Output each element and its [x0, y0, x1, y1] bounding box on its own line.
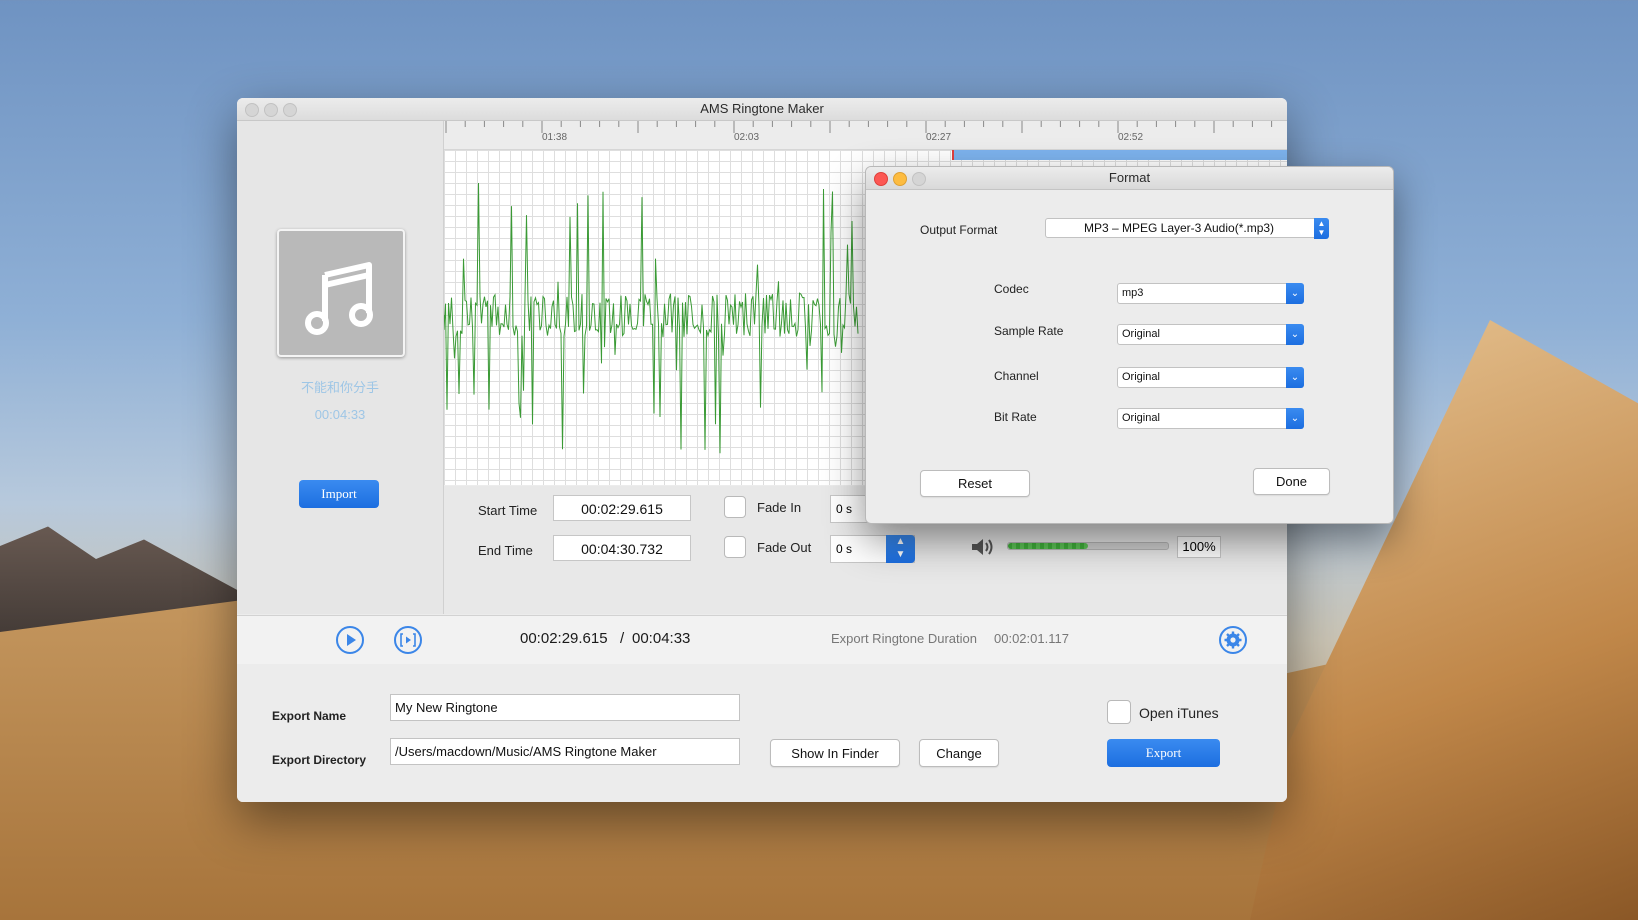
- play-selection-button[interactable]: [394, 626, 422, 654]
- ruler-label: 02:27: [926, 132, 952, 143]
- bit-rate-value: Original: [1122, 412, 1160, 424]
- codec-value: mp3: [1122, 287, 1144, 299]
- close-window-button[interactable]: [245, 103, 259, 117]
- end-time-field[interactable]: 00:04:30.732: [553, 535, 691, 561]
- close-dialog-button[interactable]: [874, 172, 888, 186]
- playback-bar: 00:02:29.615 / 00:04:33 Export Ringtone …: [237, 615, 1287, 665]
- volume-level-fill: [1008, 543, 1088, 549]
- chevron-down-icon[interactable]: ⌄: [1286, 367, 1304, 388]
- sample-rate-value: Original: [1122, 328, 1160, 340]
- current-time: 00:02:29.615: [520, 630, 608, 647]
- end-time-label: End Time: [478, 543, 533, 558]
- window-titlebar: AMS Ringtone Maker: [237, 98, 1287, 121]
- export-name-label: Export Name: [272, 709, 347, 723]
- output-format-popup[interactable]: MP3 – MPEG Layer-3 Audio(*.mp3) ▲ ▼: [1045, 218, 1329, 239]
- fade-out-stepper[interactable]: 0 s ▲ ▼: [830, 535, 915, 563]
- waveform-line: [444, 182, 859, 454]
- export-duration-value: 00:02:01.117: [994, 631, 1069, 646]
- bit-rate-popup[interactable]: Original ⌄: [1117, 408, 1304, 429]
- export-duration-label: Export Ringtone Duration: [831, 631, 977, 646]
- start-time-field[interactable]: 00:02:29.615: [553, 495, 691, 521]
- minimize-window-button[interactable]: [264, 103, 278, 117]
- export-name-field[interactable]: My New Ringtone: [390, 694, 740, 721]
- fade-in-value: 0 s: [836, 502, 853, 516]
- export-directory-field[interactable]: /Users/macdown/Music/AMS Ringtone Maker: [390, 738, 740, 765]
- open-itunes-checkbox[interactable]: [1107, 700, 1131, 724]
- zoom-dialog-button[interactable]: [912, 172, 926, 186]
- ruler-label: 01:38: [542, 132, 568, 143]
- gear-icon: [1224, 631, 1242, 649]
- fade-in-checkbox[interactable]: [724, 496, 746, 518]
- ruler-label: 02:52: [1118, 132, 1144, 143]
- ruler-label: 02:03: [734, 132, 760, 143]
- window-title: AMS Ringtone Maker: [700, 101, 824, 116]
- sample-rate-popup[interactable]: Original ⌄: [1117, 324, 1304, 345]
- export-panel: Export Name My New Ringtone Export Direc…: [237, 664, 1287, 802]
- album-art: [277, 229, 405, 357]
- fade-out-value: 0 s: [836, 542, 853, 556]
- song-info-panel: 不能和你分手 00:04:33 Import: [237, 121, 444, 614]
- show-in-finder-button[interactable]: Show In Finder: [770, 739, 900, 767]
- dialog-titlebar: Format: [866, 167, 1393, 190]
- channel-value: Original: [1122, 371, 1160, 383]
- play-button[interactable]: [336, 626, 364, 654]
- speaker-icon[interactable]: [970, 537, 994, 557]
- song-duration: 00:04:33: [314, 407, 366, 422]
- stepper-arrows-icon[interactable]: ▲▼: [886, 535, 915, 563]
- open-itunes-label: Open iTunes: [1139, 705, 1219, 721]
- minimize-dialog-button[interactable]: [893, 172, 907, 186]
- export-directory-label: Export Directory: [272, 753, 367, 767]
- codec-label: Codec: [994, 282, 1029, 296]
- done-button[interactable]: Done: [1253, 468, 1330, 495]
- output-format-value: MP3 – MPEG Layer-3 Audio(*.mp3): [1083, 221, 1275, 235]
- chevron-updown-icon[interactable]: ▲ ▼: [1314, 218, 1329, 239]
- channel-popup[interactable]: Original ⌄: [1117, 367, 1304, 388]
- export-button[interactable]: Export: [1107, 739, 1220, 767]
- music-note-icon: [305, 262, 373, 335]
- total-time: 00:04:33: [632, 630, 691, 647]
- settings-button[interactable]: [1219, 626, 1247, 654]
- volume-value[interactable]: 100%: [1177, 536, 1221, 558]
- codec-popup[interactable]: mp3 ⌄: [1117, 283, 1304, 304]
- output-format-label: Output Format: [920, 223, 998, 237]
- play-icon: [347, 634, 356, 646]
- fade-out-label: Fade Out: [757, 540, 812, 555]
- change-directory-button[interactable]: Change: [919, 739, 999, 767]
- import-button[interactable]: Import: [299, 480, 379, 508]
- volume-slider[interactable]: [1007, 542, 1169, 550]
- bracket-play-icon: [400, 633, 416, 647]
- fade-in-label: Fade In: [757, 500, 802, 515]
- timeline-ruler[interactable]: 01:38 02:03 02:27 02:52: [444, 121, 1287, 150]
- zoom-window-button[interactable]: [283, 103, 297, 117]
- format-dialog: Format Output Format MP3 – MPEG Layer-3 …: [865, 166, 1394, 524]
- time-separator: /: [620, 630, 625, 647]
- chevron-down-icon[interactable]: ⌄: [1286, 324, 1304, 345]
- dialog-title: Format: [1108, 170, 1151, 185]
- song-title: 不能和你分手: [300, 380, 379, 395]
- bit-rate-label: Bit Rate: [994, 410, 1037, 424]
- sample-rate-label: Sample Rate: [994, 324, 1064, 338]
- ruler-ticks: [445, 121, 1273, 133]
- reset-button[interactable]: Reset: [920, 470, 1030, 497]
- chevron-down-icon[interactable]: ⌄: [1286, 408, 1304, 429]
- fade-out-checkbox[interactable]: [724, 536, 746, 558]
- channel-label: Channel: [994, 369, 1039, 383]
- start-time-label: Start Time: [478, 503, 538, 518]
- chevron-down-icon[interactable]: ⌄: [1286, 283, 1304, 304]
